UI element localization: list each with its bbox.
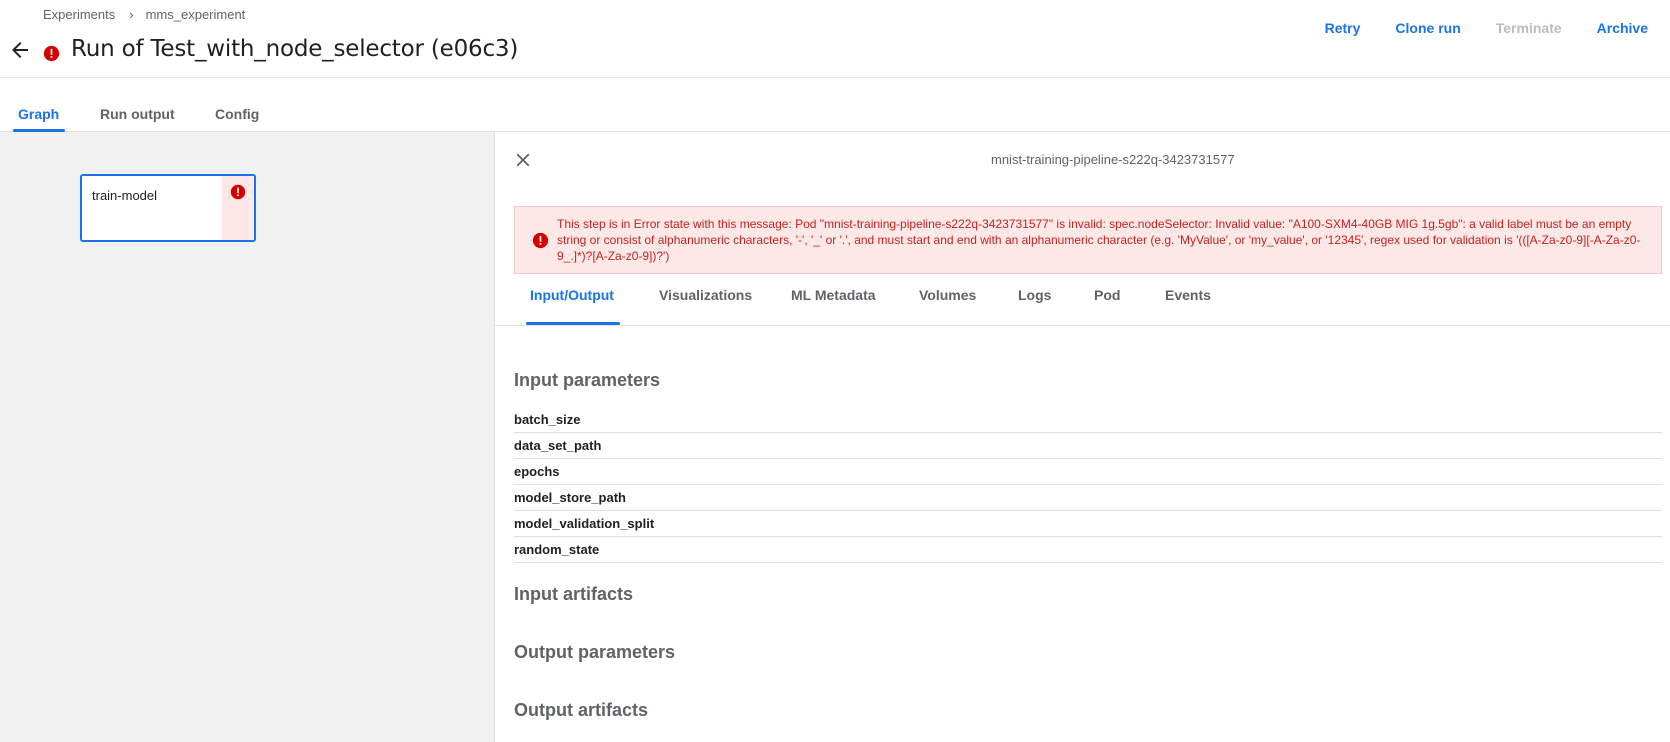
- param-name: random_state: [514, 542, 600, 557]
- close-icon[interactable]: [512, 149, 534, 171]
- retry-button[interactable]: Retry: [1325, 20, 1361, 36]
- tab-graph[interactable]: Graph: [18, 106, 59, 122]
- error-icon: [532, 232, 549, 249]
- error-icon: [230, 184, 246, 200]
- terminate-button[interactable]: Terminate: [1496, 20, 1562, 36]
- page-header: Experiments › mms_experiment Run of Test…: [0, 0, 1670, 78]
- tab-config[interactable]: Config: [215, 106, 259, 122]
- archive-button[interactable]: Archive: [1597, 20, 1648, 36]
- back-arrow-icon[interactable]: [8, 38, 32, 62]
- tab-ml-metadata[interactable]: ML Metadata: [791, 287, 876, 303]
- tab-pod[interactable]: Pod: [1094, 287, 1120, 303]
- param-row: model_validation_split: [514, 511, 1662, 537]
- param-name: epochs: [514, 464, 560, 479]
- param-row: batch_size: [514, 407, 1662, 433]
- error-banner: This step is in Error state with this me…: [514, 206, 1662, 274]
- error-icon: [43, 45, 60, 62]
- param-name: data_set_path: [514, 438, 602, 453]
- breadcrumb-experiment-name[interactable]: mms_experiment: [146, 7, 246, 22]
- output-parameters-heading: Output parameters: [514, 642, 676, 662]
- node-status-indicator: [222, 176, 254, 240]
- input-artifacts-heading: Input artifacts: [514, 584, 634, 604]
- error-message: This step is in Error state with this me…: [557, 217, 1641, 263]
- breadcrumb-experiments[interactable]: Experiments: [43, 7, 115, 22]
- node-details-panel: mnist-training-pipeline-s222q-3423731577…: [494, 132, 1670, 742]
- node-id-text: mnist-training-pipeline-s222q-3423731577: [991, 152, 1235, 167]
- run-actions: Retry Clone run Terminate Archive: [1290, 20, 1648, 36]
- tab-events[interactable]: Events: [1165, 287, 1211, 303]
- input-parameters-heading: Input parameters: [514, 370, 661, 390]
- tab-run-output[interactable]: Run output: [100, 106, 175, 122]
- param-row: random_state: [514, 537, 1662, 563]
- param-row: model_store_path: [514, 485, 1662, 511]
- page-title: Run of Test_with_node_selector (e06c3): [71, 36, 519, 62]
- graph-node[interactable]: train-model: [80, 174, 256, 242]
- breadcrumb: Experiments › mms_experiment: [43, 7, 245, 22]
- param-row: epochs: [514, 459, 1662, 485]
- output-artifacts-heading: Output artifacts: [514, 700, 649, 720]
- tab-input-output[interactable]: Input/Output: [530, 287, 614, 303]
- param-name: model_store_path: [514, 490, 626, 505]
- param-row: data_set_path: [514, 433, 1662, 459]
- run-tabs: Graph Run output Config: [0, 79, 1670, 132]
- param-name: model_validation_split: [514, 516, 655, 531]
- tab-visualizations[interactable]: Visualizations: [659, 287, 752, 303]
- tab-logs[interactable]: Logs: [1018, 287, 1051, 303]
- breadcrumb-separator: ›: [129, 7, 134, 22]
- tab-volumes[interactable]: Volumes: [919, 287, 976, 303]
- graph-canvas[interactable]: train-model: [0, 132, 494, 742]
- param-name: batch_size: [514, 412, 581, 427]
- clone-run-button[interactable]: Clone run: [1395, 20, 1460, 36]
- active-subtab-indicator: [526, 322, 620, 325]
- node-label: train-model: [92, 188, 158, 203]
